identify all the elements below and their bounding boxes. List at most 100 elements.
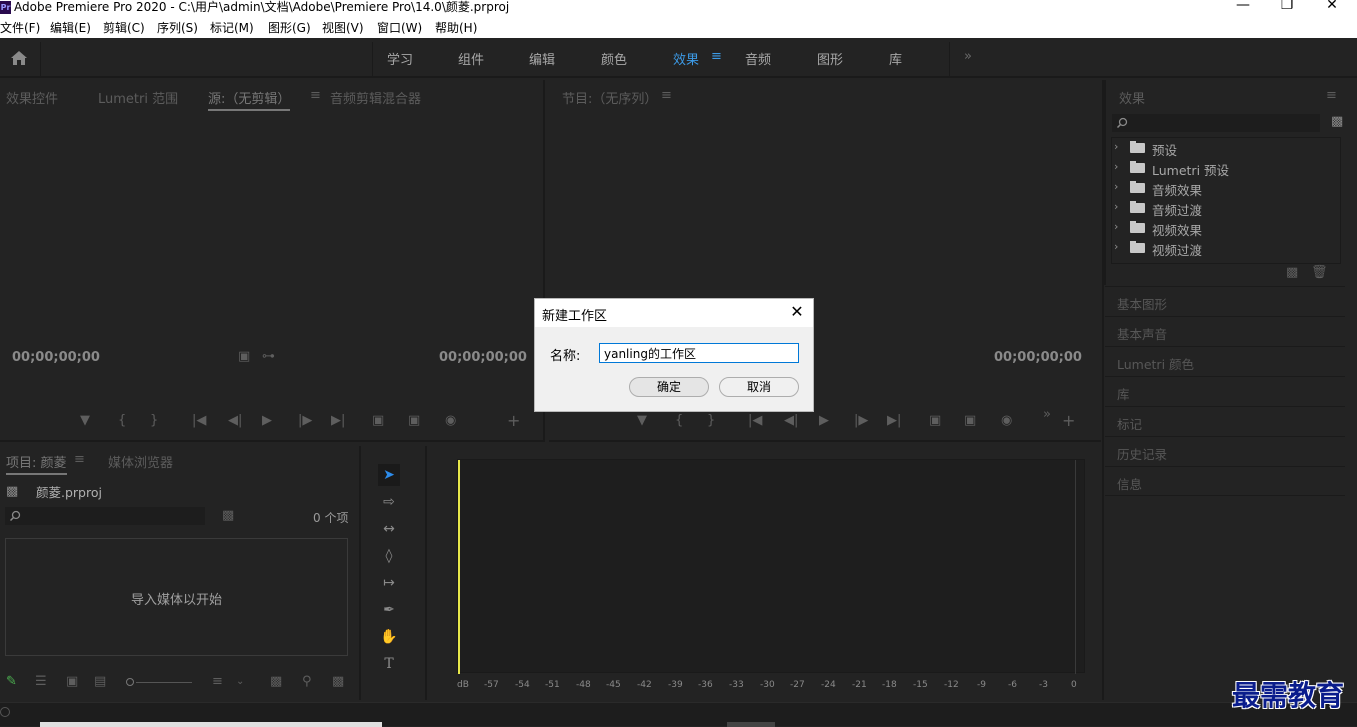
tab-source-menu-icon[interactable]: ≡ [310, 88, 321, 103]
selection-tool-icon[interactable]: ➤ [378, 464, 400, 486]
program-mark-out-icon[interactable]: } [707, 414, 715, 428]
add-marker-icon[interactable]: ▼ [80, 414, 90, 428]
program-mark-in-icon[interactable]: { [675, 414, 683, 428]
fit-dropdown-icon[interactable]: ▣ [238, 350, 250, 364]
menu-view[interactable]: 视图(V) [322, 19, 364, 36]
section-info[interactable]: 信息 [1105, 466, 1345, 496]
step-forward-icon[interactable]: |▶ [298, 414, 312, 428]
effects-item-audio-effects[interactable]: › 音频效果 [1112, 178, 1338, 198]
menu-edit[interactable]: 编辑(E) [50, 19, 91, 36]
workspace-tab-assembly[interactable]: 组件 [458, 49, 484, 68]
tab-audio-clip-mixer[interactable]: 音频剪辑混合器 [330, 88, 421, 107]
go-to-in-icon[interactable]: |◀ [192, 414, 206, 428]
mark-in-icon[interactable]: { [118, 414, 126, 428]
razor-tool-icon[interactable]: ◊ [378, 545, 400, 567]
play-icon[interactable]: ▶ [262, 414, 272, 428]
timeline-scrollbar[interactable] [727, 722, 775, 727]
tab-source[interactable]: 源:（无剪辑） [208, 88, 291, 111]
workspace-tab-menu-icon[interactable]: ≡ [711, 49, 722, 64]
overwrite-icon[interactable]: ▣ [408, 414, 420, 428]
find-icon[interactable]: ▩ [222, 509, 234, 523]
horizontal-scrollbar[interactable] [40, 722, 382, 727]
section-libraries[interactable]: 库 [1105, 376, 1345, 406]
tab-effect-controls[interactable]: 效果控件 [6, 88, 58, 107]
write-protect-icon[interactable]: ✎ [6, 675, 17, 689]
program-export-frame-icon[interactable]: ◉ [1001, 414, 1012, 428]
program-add-marker-icon[interactable]: ▼ [637, 414, 647, 428]
pen-tool-icon[interactable]: ✒ [378, 599, 400, 621]
zoom-slider[interactable] [136, 682, 192, 683]
program-overflow-icon[interactable]: » [1043, 408, 1051, 422]
list-view-icon[interactable]: ☰ [35, 675, 47, 689]
program-add-button-icon[interactable]: + [1062, 413, 1075, 429]
extract-icon[interactable]: ▣ [964, 414, 976, 428]
effects-item-presets[interactable]: › 预设 [1112, 138, 1338, 158]
menu-marker[interactable]: 标记(M) [210, 19, 254, 36]
menu-help[interactable]: 帮助(H) [435, 19, 477, 36]
program-go-to-out-icon[interactable]: ▶| [887, 414, 901, 428]
tab-program-menu-icon[interactable]: ≡ [661, 88, 672, 103]
freeform-view-icon[interactable]: ▤ [94, 675, 106, 689]
program-step-back-icon[interactable]: ◀| [784, 414, 798, 428]
program-step-forward-icon[interactable]: |▶ [854, 414, 868, 428]
tab-lumetri-scopes[interactable]: Lumetri 范围 [98, 88, 178, 107]
effects-search-input[interactable] [1112, 114, 1320, 132]
sort-dropdown-icon[interactable]: ⌄ [236, 675, 244, 689]
workspace-tab-color[interactable]: 颜色 [601, 49, 627, 68]
workspace-tab-learn[interactable]: 学习 [387, 49, 413, 68]
menu-graphics[interactable]: 图形(G) [268, 19, 311, 36]
workspace-tab-editing[interactable]: 编辑 [529, 49, 555, 68]
step-back-icon[interactable]: ◀| [228, 414, 242, 428]
workspace-tab-audio[interactable]: 音频 [745, 49, 771, 68]
effects-item-lumetri-presets[interactable]: › Lumetri 预设 [1112, 158, 1338, 178]
project-find-icon[interactable]: ⚲ [302, 675, 312, 689]
close-window-icon[interactable]: ✕ [1309, 0, 1355, 12]
ripple-edit-tool-icon[interactable]: ↔ [378, 518, 400, 540]
type-tool-icon[interactable]: T [378, 653, 400, 675]
program-play-icon[interactable]: ▶ [819, 414, 829, 428]
new-custom-bin-icon[interactable]: ▩ [1331, 115, 1343, 129]
project-search-input[interactable] [5, 507, 205, 525]
new-bin-icon[interactable]: ▩ [1286, 266, 1298, 280]
home-icon[interactable] [10, 50, 28, 66]
workspace-tab-graphics[interactable]: 图形 [817, 49, 843, 68]
menu-sequence[interactable]: 序列(S) [157, 19, 198, 36]
export-frame-icon[interactable]: ◉ [445, 414, 456, 428]
go-to-out-icon[interactable]: ▶| [331, 414, 345, 428]
tab-project-menu-icon[interactable]: ≡ [74, 452, 85, 467]
menu-file[interactable]: 文件(F) [0, 19, 40, 36]
insert-icon[interactable]: ▣ [372, 414, 384, 428]
effects-item-audio-transitions[interactable]: › 音频过渡 [1112, 198, 1338, 218]
tab-project[interactable]: 项目: 颜菱 [6, 452, 67, 475]
workspace-overflow-icon[interactable]: » [964, 49, 972, 64]
zoom-slider-handle[interactable] [126, 678, 134, 686]
effects-item-video-transitions[interactable]: › 视频过渡 [1112, 238, 1338, 258]
section-essential-sound[interactable]: 基本声音 [1105, 316, 1345, 346]
lift-icon[interactable]: ▣ [929, 414, 941, 428]
tab-program[interactable]: 节目:（无序列） [562, 88, 657, 107]
effects-menu-icon[interactable]: ≡ [1326, 88, 1337, 103]
new-bin-icon[interactable]: ▩ [332, 675, 344, 689]
trim-icon[interactable]: ⊶ [262, 350, 275, 364]
section-history[interactable]: 历史记录 [1105, 436, 1345, 466]
effects-item-video-effects[interactable]: › 视频效果 [1112, 218, 1338, 238]
section-lumetri-color[interactable]: Lumetri 颜色 [1105, 346, 1345, 376]
slip-tool-icon[interactable]: ↦ [378, 572, 400, 594]
workspace-tab-libraries[interactable]: 库 [889, 49, 902, 68]
project-drop-area[interactable]: 导入媒体以开始 [5, 538, 348, 656]
ok-button[interactable]: 确定 [629, 377, 709, 397]
minimize-icon[interactable]: — [1220, 0, 1266, 12]
menu-clip[interactable]: 剪辑(C) [103, 19, 145, 36]
add-button-icon[interactable]: + [507, 413, 520, 429]
program-go-to-in-icon[interactable]: |◀ [748, 414, 762, 428]
delete-icon[interactable]: 🗑 [1311, 266, 1328, 280]
section-essential-graphics[interactable]: 基本图形 [1105, 286, 1345, 316]
cancel-button[interactable]: 取消 [719, 377, 799, 397]
hand-tool-icon[interactable]: ✋ [378, 626, 400, 648]
dialog-close-icon[interactable]: ✕ [789, 302, 805, 322]
track-select-tool-icon[interactable]: ⇨ [378, 491, 400, 513]
source-timecode-current[interactable]: 00;00;00;00 [12, 350, 100, 365]
icon-view-icon[interactable]: ▣ [66, 675, 78, 689]
mark-out-icon[interactable]: } [150, 414, 158, 428]
sort-icon[interactable]: ≡ [212, 675, 223, 689]
